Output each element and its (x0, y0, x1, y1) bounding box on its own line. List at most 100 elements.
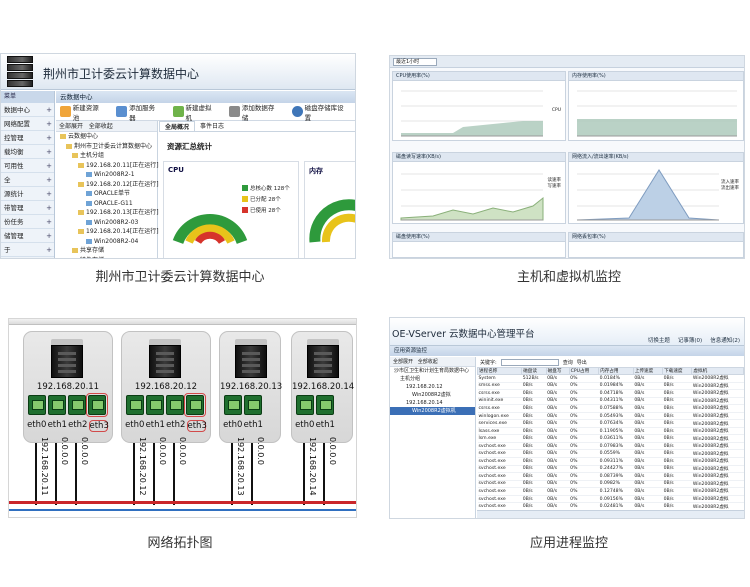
left-menu-item[interactable]: 份任务 + (1, 215, 54, 229)
tree-node[interactable]: 192.168.20.11[正在运行] (56, 161, 159, 171)
left-menu-item[interactable]: 可用性 + (1, 159, 54, 173)
column-header[interactable]: 虚拟机 (691, 367, 744, 375)
tree-node[interactable]: ORACLE-G11 (56, 199, 157, 209)
table-row[interactable]: svchost.exe 0B/s 0B/s 0% 0.12748% 0B/s 0B/s Win… (477, 487, 744, 496)
keyword-input[interactable] (500, 358, 559, 366)
column-header[interactable]: 内存占用 (598, 367, 634, 375)
table-row[interactable]: svchost.exe 0B/s 0B/s 0% 0.09311% 0B/s 0B/s Win… (477, 457, 744, 466)
notifications-link[interactable]: 信息通知(2) (710, 336, 740, 344)
search-button[interactable]: 查询 (563, 359, 573, 366)
collapse-all-button[interactable]: 全部收起 (89, 123, 113, 130)
vm-tree-node[interactable]: 192.168.20.14 (390, 399, 475, 407)
nic-icon[interactable] (48, 395, 66, 415)
tree-node-label: 主机分组 (80, 152, 105, 159)
eth-label: eth1 (47, 420, 67, 430)
table-row[interactable]: svchost.exe 0B/s 0B/s 0% 0.09156% 0B/s 0B/s Win… (477, 495, 744, 504)
host-card[interactable]: 192.168.20.13 eth0 eth1 (219, 331, 282, 443)
nic-icon[interactable] (126, 395, 144, 415)
tree-node[interactable]: 192.168.20.14[正在运行] (56, 227, 159, 237)
table-row[interactable]: System 512B/s 0B/s 0% 0.0184% 0B/s 0B/s Win2008… (477, 374, 744, 383)
nic-icon[interactable] (166, 395, 184, 415)
link-address: 0.0.0.0 (256, 437, 265, 465)
process-screenshot: OE-VServer 云数据中心管理平台 切换主题 记事簿(0) 信息通知(2)… (389, 317, 745, 519)
expand-all-button[interactable]: 全部展开 (59, 123, 83, 130)
host-card[interactable]: 192.168.20.12 eth0 eth1 eth2 eth3 (121, 331, 211, 443)
left-menu-item[interactable]: 储管理 + (1, 229, 54, 243)
table-row[interactable]: services.exe 0B/s 0B/s 0% 0.07634% 0B/s 0B/s Wi… (477, 419, 744, 428)
host-card[interactable]: 192.168.20.14 eth0 eth1 (291, 331, 354, 443)
tree-node[interactable]: Win2008R2-1 (56, 170, 157, 180)
tree-node[interactable]: Win2008R2-04 (56, 237, 157, 247)
vm-tree-node[interactable]: 192.168.20.12 (390, 383, 475, 391)
column-header[interactable]: 上传速度 (632, 367, 664, 375)
tree-node[interactable]: 荆州市卫计委云计算数据中心 (56, 142, 157, 152)
vm-tree-node[interactable]: Win2008R2虚拟机 (390, 407, 475, 415)
tree-node[interactable]: Win2008R2-03 (56, 218, 157, 228)
column-header[interactable]: CPU占用 (568, 367, 600, 375)
left-menu-item[interactable]: 数据中心 + (1, 103, 54, 117)
time-range-select[interactable]: 最近1小时 (393, 57, 437, 66)
vm-tree-node[interactable]: Win2008R2虚拟 (390, 391, 475, 399)
expand-plus-icon: + (46, 106, 52, 114)
nic-icon[interactable] (224, 395, 242, 415)
nic-icon[interactable] (146, 395, 164, 415)
left-menu-item[interactable]: 源统计 + (1, 187, 54, 201)
table-row[interactable]: csrss.exe 0B/s 0B/s 0% 0.04718% 0B/s 0B/s Win20… (477, 389, 744, 398)
nic-icon[interactable] (28, 395, 46, 415)
table-cell: 0% (569, 412, 599, 421)
nic-icon[interactable] (296, 395, 314, 415)
table-row[interactable]: svchost.exe 0B/s 0B/s 0% 0.0559% 0B/s 0B/s Win2… (477, 449, 744, 458)
vm-tree-node[interactable]: 沙市区卫生和计划生育局数据中心 (390, 367, 475, 375)
add-storage-button[interactable]: 添加数据存储 (229, 102, 280, 122)
add-server-button[interactable]: 添加服务器 (116, 102, 160, 122)
host-card[interactable]: 192.168.20.11 eth0 eth1 eth2 eth3 (23, 331, 113, 443)
table-row[interactable]: svchost.exe 0B/s 0B/s 0% 0.24427% 0B/s 0B/s Win… (477, 465, 744, 474)
tree-node[interactable]: 镜像存储 (56, 256, 157, 258)
column-header[interactable]: 进程名称 (476, 367, 523, 375)
nic-icon[interactable] (316, 395, 334, 415)
table-row[interactable]: svchost.exe 0B/s 0B/s 0% 0.08739% 0B/s 0B/s Win… (477, 472, 744, 481)
left-menu-item[interactable]: 全 + (1, 173, 54, 187)
new-vm-button[interactable]: 新建虚拟机 (172, 102, 217, 122)
table-row[interactable]: svchost.exe 0B/s 0B/s 0% 0.0982% 0B/s 0B/s Win2… (477, 480, 744, 489)
vm-tree-node[interactable]: 主机分组 (390, 375, 475, 383)
tab-overview[interactable]: 全局概况 (159, 121, 196, 131)
disk-repo-settings-button[interactable]: 磁盘存储库设置 (291, 102, 349, 122)
table-row[interactable]: lsm.exe 0B/s 0B/s 0% 0.03611% 0B/s 0B/s Win2008… (477, 434, 744, 443)
column-header[interactable]: 磁盘写 (545, 367, 570, 375)
notebook-link[interactable]: 记事簿(0) (678, 336, 702, 344)
left-menu-item[interactable]: 于 + (1, 243, 54, 257)
switch-theme-link[interactable]: 切换主题 (648, 336, 670, 344)
export-button[interactable]: 导出 (577, 359, 587, 366)
vm-collapse-all-button[interactable]: 全部收起 (418, 359, 438, 365)
folder-icon (78, 229, 84, 234)
table-cell: 0B/s (546, 449, 570, 458)
nic-icon[interactable] (184, 393, 206, 417)
nic-icon[interactable] (244, 395, 262, 415)
tree-node[interactable]: ORACLE单节 (56, 189, 157, 199)
table-row[interactable]: lsass.exe 0B/s 0B/s 0% 0.11905% 0B/s 0B/s Win20… (477, 427, 744, 436)
tree-node[interactable]: 主机分组 (56, 151, 157, 161)
tree-node[interactable]: 云数据中心 (56, 132, 157, 142)
tree-node[interactable]: 共享存储 (56, 246, 157, 256)
table-row[interactable]: csrss.exe 0B/s 0B/s 0% 0.07588% 0B/s 0B/s Win20… (477, 404, 744, 413)
vm-expand-all-button[interactable]: 全部展开 (393, 359, 413, 365)
table-row[interactable]: smss.exe 0B/s 0B/s 0% 0.01984% 0B/s 0B/s Win200… (477, 382, 744, 391)
table-cell: csrss.exe (477, 404, 522, 413)
left-menu-item[interactable]: 控管理 + (1, 131, 54, 145)
tab-event-log[interactable]: 事件日志 (195, 121, 229, 131)
table-row[interactable]: wininit.exe 0B/s 0B/s 0% 0.04311% 0B/s 0B/s Win… (477, 397, 744, 406)
expand-plus-icon: + (46, 120, 52, 128)
table-row[interactable]: svchost.exe 0B/s 0B/s 0% 0.07983% 0B/s 0B/s Win… (477, 442, 744, 451)
new-pool-button[interactable]: 新建资源池 (60, 102, 104, 122)
left-menu-item[interactable]: 带管理 + (1, 201, 54, 215)
column-header[interactable]: 磁盘读 (521, 367, 547, 375)
column-header[interactable]: 下载速度 (662, 367, 693, 375)
nic-icon[interactable] (68, 395, 86, 415)
left-menu-item[interactable]: 载均衡 + (1, 145, 54, 159)
nic-icon[interactable] (86, 393, 108, 417)
tree-node[interactable]: 192.168.20.12[正在运行] (56, 180, 159, 190)
table-row[interactable]: winlogon.exe 0B/s 0B/s 0% 0.05493% 0B/s 0B/s Wi… (477, 412, 744, 421)
left-menu-item[interactable]: 网络配置 + (1, 117, 54, 131)
tree-node[interactable]: 192.168.20.13[正在运行] (56, 208, 159, 218)
